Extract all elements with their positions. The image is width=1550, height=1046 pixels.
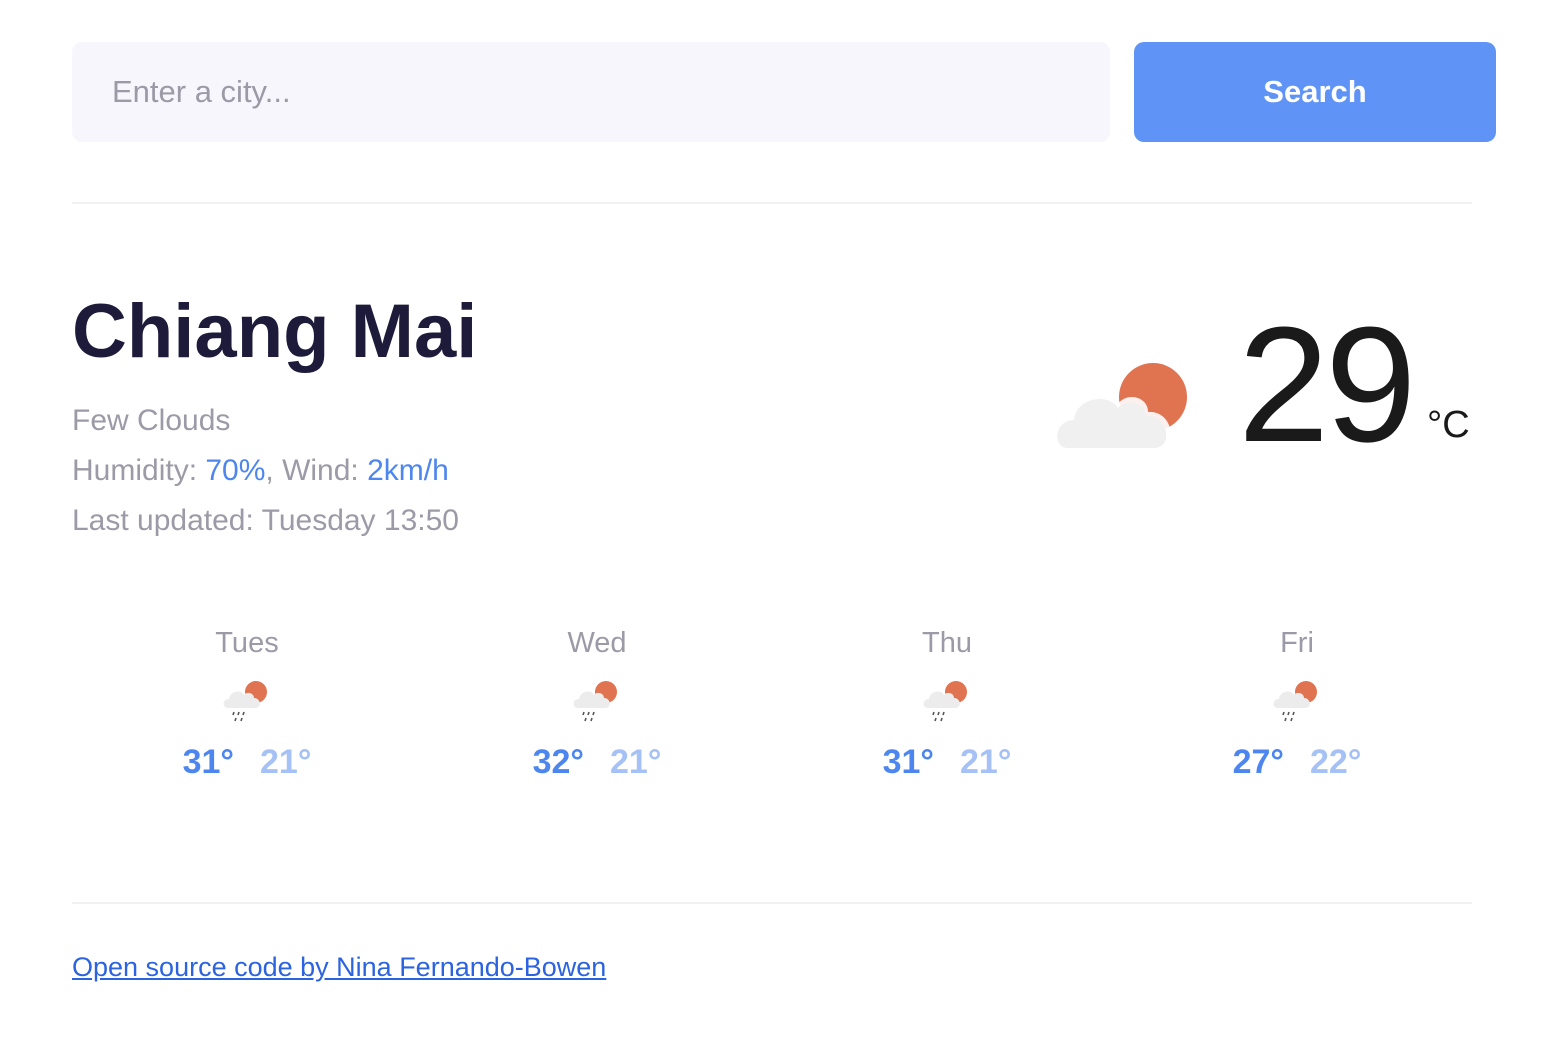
weather-details: Few Clouds Humidity: 70%, Wind: 2km/h La… <box>72 396 459 546</box>
forecast-min-temp: 21° <box>610 743 662 781</box>
rain-day-icon <box>573 681 617 722</box>
forecast-min-temp: 21° <box>260 743 312 781</box>
search-button[interactable]: Search <box>1134 42 1496 142</box>
humidity-label: Humidity: <box>72 454 206 487</box>
forecast-max-temp: 27° <box>1232 743 1284 781</box>
forecast-temps: 27° 22° <box>1122 740 1472 784</box>
city-search-input[interactable] <box>72 42 1110 142</box>
current-temperature: 29 <box>1238 293 1416 476</box>
wind-value: 2km/h <box>367 454 449 487</box>
forecast-temps: 32° 21° <box>422 740 772 784</box>
few-clouds-day-icon <box>1053 363 1187 448</box>
bottom-divider <box>72 902 1472 904</box>
forecast-day: Thu 31° 21° <box>772 620 1122 810</box>
rain-day-icon <box>1273 681 1317 722</box>
forecast-temps: 31° 21° <box>72 740 422 784</box>
forecast-day: Tues 31° 21° <box>72 620 422 810</box>
forecast-max-temp: 31° <box>882 743 934 781</box>
weather-description: Few Clouds <box>72 404 231 437</box>
humidity-value: 70% <box>205 454 266 487</box>
top-divider <box>72 202 1472 204</box>
wind-label: , Wind: <box>265 454 368 487</box>
rain-day-icon <box>223 681 267 722</box>
forecast-day-name: Thu <box>922 627 972 659</box>
temperature-unit: °C <box>1427 404 1470 446</box>
forecast-day-name: Tues <box>215 627 279 659</box>
city-name: Chiang Mai <box>72 289 478 374</box>
weather-app: Search Chiang Mai Few Clouds Humidity: 7… <box>0 0 1550 1046</box>
forecast-day-name: Fri <box>1280 627 1314 659</box>
forecast-min-temp: 21° <box>960 743 1012 781</box>
humidity-wind-line: Humidity: 70%, Wind: 2km/h <box>72 446 459 496</box>
forecast-min-temp: 22° <box>1310 743 1362 781</box>
forecast-list: Tues 31° 21° Wed 32° 21° Thu 31° 21° Fri… <box>72 620 1472 810</box>
forecast-temps: 31° 21° <box>772 740 1122 784</box>
forecast-day: Fri 27° 22° <box>1122 620 1472 810</box>
source-code-link[interactable]: Open source code by Nina Fernando-Bowen <box>72 952 606 983</box>
forecast-max-temp: 31° <box>182 743 234 781</box>
forecast-day-name: Wed <box>567 627 627 659</box>
forecast-day: Wed 32° 21° <box>422 620 772 810</box>
rain-day-icon <box>923 681 967 722</box>
last-updated: Last updated: Tuesday 13:50 <box>72 504 459 537</box>
forecast-max-temp: 32° <box>532 743 584 781</box>
